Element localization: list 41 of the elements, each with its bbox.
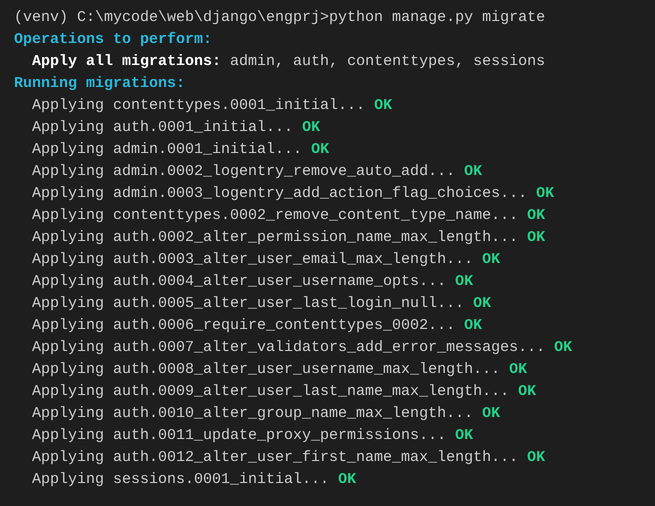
output-text: Applying auth.0009_alter_user_last_name_max_length... — [32, 383, 510, 400]
output-text: Applying auth.0005_alter_user_last_login_null... — [32, 295, 464, 312]
output-text: Applying auth.0007_alter_validators_add_error_messages... — [32, 339, 546, 356]
status-text: OK — [464, 317, 482, 334]
command-line: (venv) C:\mycode\web\django\engprj>python manage.py migrate — [14, 9, 546, 26]
output-text: Applying sessions.0001_initial... — [32, 471, 330, 488]
output-text: Applying auth.0002_alter_permission_name_max_length... — [32, 229, 518, 246]
output-text: Applying admin.0003_logentry_add_action_flag_choices... — [32, 185, 528, 202]
output-text: Applying auth.0006_require_contenttypes_0002... — [32, 317, 456, 334]
status-text: OK — [311, 141, 330, 158]
output-text: Applying admin.0001_initial... — [32, 141, 302, 158]
output-text: Applying auth.0003_alter_user_email_max_length... — [32, 251, 474, 268]
output-text: Applying auth.0001_initial... — [32, 119, 294, 136]
output-text: Applying auth.0012_alter_user_first_name_max_length... — [32, 449, 518, 466]
status-text: OK — [302, 119, 320, 136]
status-text: OK — [536, 185, 554, 202]
output-text: Applying contenttypes.0001_initial... — [32, 97, 366, 114]
status-text: OK — [464, 163, 482, 180]
status-text: OK — [527, 449, 546, 466]
output-text: admin, auth, contenttypes, sessions — [230, 53, 546, 70]
output-text: Applying auth.0008_alter_user_username_max_length... — [32, 361, 500, 378]
status-text: OK — [455, 273, 474, 290]
section-heading: Operations to perform: — [14, 31, 212, 48]
status-text: OK — [554, 339, 572, 356]
status-text: OK — [338, 471, 356, 488]
section-heading: Running migrations: — [14, 75, 186, 92]
status-text: OK — [518, 383, 536, 400]
output-label: Apply all migrations: — [32, 53, 222, 70]
output-text: Applying contenttypes.0002_remove_content_type_name... — [32, 207, 518, 224]
output-text: Applying auth.0011_update_proxy_permissions... — [32, 427, 446, 444]
status-text: OK — [527, 207, 546, 224]
status-text: OK — [509, 361, 528, 378]
output-text: Applying auth.0010_alter_group_name_max_length... — [32, 405, 474, 422]
status-text: OK — [527, 229, 546, 246]
output-text: Applying admin.0002_logentry_remove_auto_add... — [32, 163, 456, 180]
status-text: OK — [482, 405, 500, 422]
status-text: OK — [482, 251, 500, 268]
status-text: OK — [374, 97, 392, 114]
status-text: OK — [473, 295, 492, 312]
status-text: OK — [455, 427, 474, 444]
output-text: Applying auth.0004_alter_user_username_opts... — [32, 273, 446, 290]
